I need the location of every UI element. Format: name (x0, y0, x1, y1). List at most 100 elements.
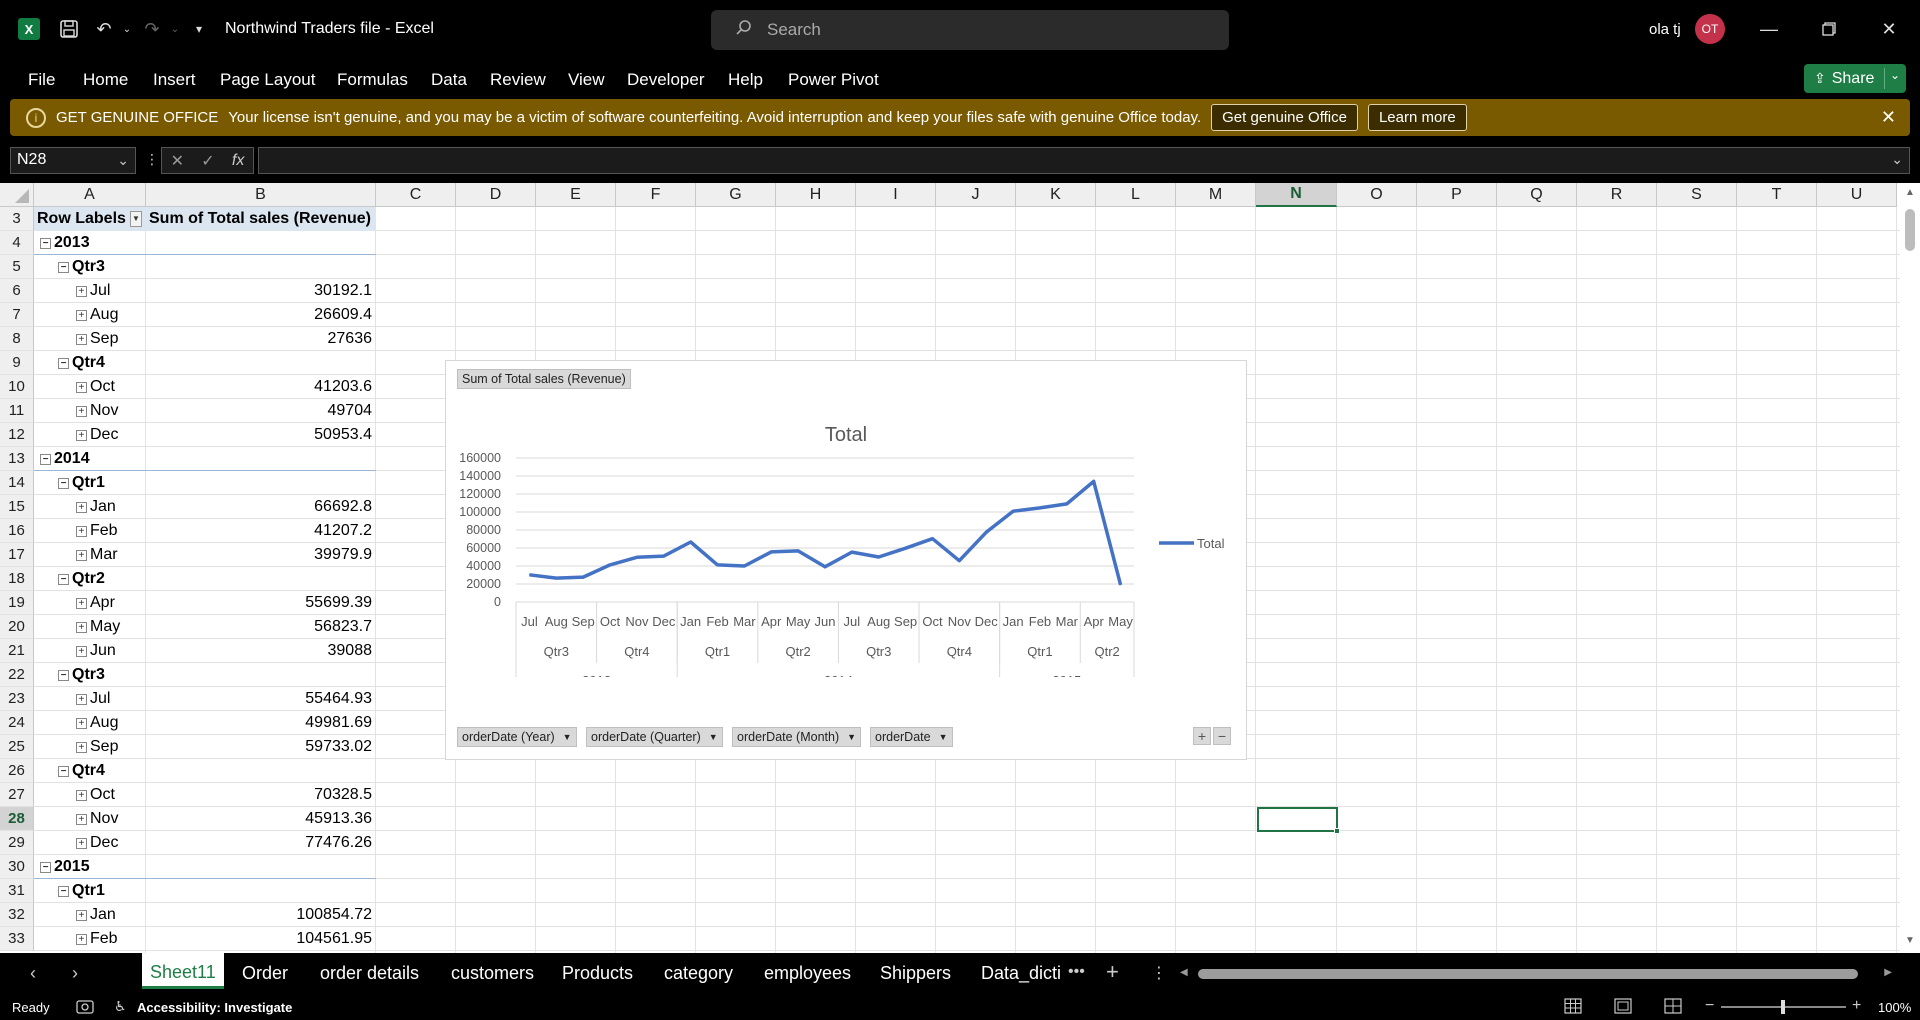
pivot-row-label[interactable]: + Jun (34, 639, 146, 663)
pivot-row-value[interactable] (146, 663, 376, 687)
pivot-row-label[interactable]: + Sep (34, 327, 146, 351)
redo-icon[interactable]: ↷ (141, 18, 163, 40)
column-header-t[interactable]: T (1737, 183, 1817, 207)
pivot-row-label[interactable]: + Oct (34, 783, 146, 807)
filter-dropdown-icon[interactable]: ▼ (129, 211, 142, 227)
pivot-row-label[interactable]: + Dec (34, 831, 146, 855)
scroll-left-icon[interactable]: ◀ (1180, 967, 1188, 978)
column-header-j[interactable]: J (936, 183, 1016, 207)
column-header-m[interactable]: M (1176, 183, 1256, 207)
tab-help[interactable]: Help (728, 70, 763, 90)
pivot-row-value[interactable] (146, 855, 376, 879)
collapse-icon[interactable]: − (58, 669, 69, 681)
collapse-icon[interactable]: − (58, 573, 69, 585)
pivot-row-value[interactable]: 41203.6 (146, 375, 376, 399)
collapse-icon[interactable]: − (40, 237, 51, 249)
row-header-33[interactable]: 33 (0, 927, 34, 951)
expand-icon[interactable]: + (76, 309, 87, 321)
pivot-row-label[interactable]: + Nov (34, 399, 146, 423)
collapse-icon[interactable]: − (58, 477, 69, 489)
column-header-p[interactable]: P (1417, 183, 1497, 207)
pivot-row-value[interactable]: 30192.1 (146, 279, 376, 303)
pivot-row-value[interactable]: 39979.9 (146, 543, 376, 567)
expand-icon[interactable]: + (76, 813, 87, 825)
scroll-up-icon[interactable]: ▲ (1905, 187, 1915, 198)
pivot-row-value[interactable] (146, 879, 376, 903)
customize-qat-icon[interactable]: ▾ (188, 18, 210, 40)
pivot-row-label[interactable]: − Qtr3 (34, 255, 146, 279)
undo-dropdown-icon[interactable]: ⌄ (116, 18, 138, 40)
row-header-29[interactable]: 29 (0, 831, 34, 855)
pivot-row-value[interactable] (146, 351, 376, 375)
row-header-12[interactable]: 12 (0, 423, 34, 447)
chevron-down-icon[interactable]: ⌄ (117, 152, 129, 169)
axis-field-button[interactable]: orderDate (Month) ▼ (732, 727, 862, 747)
expand-icon[interactable]: + (76, 525, 87, 537)
dropdown-arrow-icon[interactable]: ▼ (709, 732, 718, 742)
name-box[interactable]: N28 ⌄ (10, 147, 136, 174)
column-header-k[interactable]: K (1016, 183, 1096, 207)
close-icon[interactable]: ✕ (1874, 14, 1904, 44)
pivot-row-value[interactable]: 59733.02 (146, 735, 376, 759)
column-header-u[interactable]: U (1817, 183, 1897, 207)
expand-icon[interactable]: + (76, 693, 87, 705)
formula-input[interactable]: ⌄ (258, 147, 1910, 174)
pivot-row-value[interactable]: 100854.72 (146, 903, 376, 927)
pivot-row-value[interactable]: 56823.7 (146, 615, 376, 639)
row-header-5[interactable]: 5 (0, 255, 34, 279)
expand-icon[interactable]: + (76, 285, 87, 297)
share-button[interactable]: ⇪ Share ⌄ (1804, 64, 1906, 93)
pivot-row-label[interactable]: + Jul (34, 279, 146, 303)
expand-icon[interactable]: + (76, 381, 87, 393)
pivot-row-label[interactable]: −2015 (34, 855, 146, 879)
axis-field-button[interactable]: orderDate (Year) ▼ (457, 727, 577, 747)
row-header-11[interactable]: 11 (0, 399, 34, 423)
pivot-row-label[interactable]: − Qtr2 (34, 567, 146, 591)
row-header-20[interactable]: 20 (0, 615, 34, 639)
next-sheet-icon[interactable]: › (72, 963, 78, 984)
tab-formulas[interactable]: Formulas (337, 70, 408, 90)
scroll-right-icon[interactable]: ▶ (1884, 967, 1892, 978)
row-header-31[interactable]: 31 (0, 879, 34, 903)
fill-handle[interactable] (1334, 828, 1340, 834)
sheet-tab-customers[interactable]: customers (451, 963, 534, 984)
pivot-row-label[interactable]: + Aug (34, 711, 146, 735)
expand-icon[interactable]: + (76, 597, 87, 609)
save-icon[interactable] (58, 18, 80, 40)
row-header-24[interactable]: 24 (0, 711, 34, 735)
sheet-tab-order[interactable]: Order (242, 963, 288, 984)
column-header-i[interactable]: I (856, 183, 936, 207)
pivot-row-value[interactable]: 70328.5 (146, 783, 376, 807)
learn-more-button[interactable]: Learn more (1367, 104, 1467, 131)
pivot-row-value[interactable]: 50953.4 (146, 423, 376, 447)
get-genuine-office-button[interactable]: Get genuine Office (1211, 104, 1358, 131)
row-header-9[interactable]: 9 (0, 351, 34, 375)
pivot-row-value[interactable]: 26609.4 (146, 303, 376, 327)
row-header-14[interactable]: 14 (0, 471, 34, 495)
row-header-8[interactable]: 8 (0, 327, 34, 351)
tab-home[interactable]: Home (83, 70, 128, 90)
pivot-row-value[interactable]: 66692.8 (146, 495, 376, 519)
pivot-row-label[interactable]: + Aug (34, 303, 146, 327)
expand-icon[interactable]: + (76, 333, 87, 345)
zoom-out-icon[interactable]: − (1705, 997, 1714, 1015)
pivot-row-label[interactable]: − Qtr4 (34, 351, 146, 375)
row-header-26[interactable]: 26 (0, 759, 34, 783)
pivot-row-label[interactable]: + Jan (34, 495, 146, 519)
pivot-row-value[interactable]: 55464.93 (146, 687, 376, 711)
accessibility-status[interactable]: Accessibility: Investigate (137, 1000, 292, 1015)
expand-icon[interactable]: + (76, 909, 87, 921)
pivot-row-label[interactable]: + Oct (34, 375, 146, 399)
user-name[interactable]: ola tj (1649, 21, 1681, 38)
cancel-icon[interactable]: ✕ (171, 151, 184, 171)
pivot-row-value[interactable]: 27636 (146, 327, 376, 351)
pivot-row-value[interactable] (146, 255, 376, 279)
tab-data[interactable]: Data (431, 70, 467, 90)
column-header-o[interactable]: O (1337, 183, 1417, 207)
tab-insert[interactable]: Insert (153, 70, 196, 90)
insert-function-icon[interactable]: fx (232, 152, 244, 170)
zoom-level[interactable]: 100% (1878, 1000, 1911, 1015)
row-header-27[interactable]: 27 (0, 783, 34, 807)
row-header-32[interactable]: 32 (0, 903, 34, 927)
column-header-e[interactable]: E (536, 183, 616, 207)
